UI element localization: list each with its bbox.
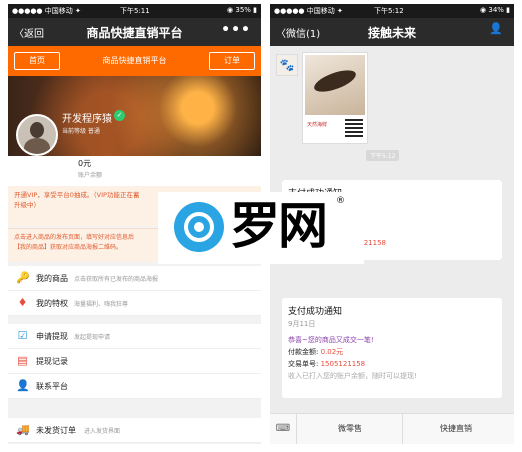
more-icon[interactable]: ••• (221, 22, 251, 38)
balance-panel: 0元 账户余额 (8, 156, 261, 186)
nav-bar: 〈返回 商品快捷直销平台 ••• (8, 18, 261, 46)
payment-notice-card-2[interactable]: 支付成功通知 9月11日 恭喜~您的商品又成交一笔! 付款金额: 0.02元 交… (282, 298, 502, 398)
menu-label: 我的商品 (36, 274, 68, 283)
balance-label: 账户余额 (78, 172, 103, 179)
notice-greeting: 恭喜~您的商品又成交一笔! (288, 336, 374, 344)
battery: ◉ 34% ▮ (480, 6, 510, 14)
amount-row: 付款金额: 0.02元 (288, 347, 496, 357)
product-image (305, 55, 365, 115)
balance-amount: 0元 (78, 159, 92, 168)
registered-mark: ® (336, 196, 345, 206)
orange-header: 首页 商品快捷直销平台 订单 (8, 46, 261, 76)
carrier: ●●●●● 中国移动 ✦ (274, 7, 343, 15)
notice-title: 支付成功通知 (288, 307, 343, 317)
avatar-body (24, 138, 50, 154)
qr-code-icon (345, 119, 363, 137)
menu-item-unshipped[interactable]: 🚚 未发货订单 进入发货界面 (8, 418, 261, 443)
home-button[interactable]: 首页 (14, 52, 60, 70)
keyboard-icon[interactable]: ⌨ (270, 414, 297, 444)
screenshot-stage: ●●●●● 中国移动 ✦ 下午5:11 ◉ 35% ▮ 〈返回 商品快捷直销平台… (0, 0, 522, 452)
nav-bar: 〈微信(1) 接触未来 👤 (270, 18, 514, 46)
menu-group-1: 🔑 我的商品 点击获取所有已发布的商品海报 ♦ 我的特权 海量福利、嗨我狂尊 (8, 266, 261, 316)
menu-label: 提现记录 (36, 357, 68, 366)
trade-label: 交易单号: (288, 360, 319, 368)
menu-group-2: ☑ 申请提现 发起提现申请 ▤ 提现记录 👤 联系平台 (8, 324, 261, 399)
checkbox-icon: ☑ (17, 329, 28, 342)
notice-footer: 收入已打入您的账户余额，随时可以提现! (288, 372, 417, 380)
menu-desc: 发起提现申请 (74, 334, 111, 341)
menu-item-withdraw[interactable]: ☑ 申请提现 发起提现申请 (8, 324, 261, 349)
amount-value: 0.02元 (320, 348, 344, 356)
menu-quick-sale[interactable]: 快捷直销 (406, 423, 506, 434)
amount-label: 付款金额: (288, 348, 319, 356)
menu-group-3: 🚚 未发货订单 进入发货界面 (8, 418, 261, 443)
avatar[interactable] (16, 114, 58, 156)
sea-cucumber-image (311, 65, 359, 97)
menu-item-withdraw-history[interactable]: ▤ 提现记录 (8, 349, 261, 374)
menu-micro-retail[interactable]: 微零售 (300, 423, 400, 434)
poster-caption: 天然海鲜 (307, 122, 328, 128)
person-icon: 👤 (16, 379, 30, 392)
menu-item-my-products[interactable]: 🔑 我的商品 点击获取所有已发布的商品海报 (8, 266, 261, 291)
menu-label: 我的特权 (36, 299, 68, 308)
list-icon: ▤ (17, 354, 28, 367)
profile-icon[interactable]: 👤 (489, 22, 504, 35)
diamond-icon: ♦ (17, 296, 28, 309)
watermark-text: 罗网 (230, 197, 328, 255)
paw-icon[interactable]: 🐾 (276, 54, 298, 76)
menu-desc: 进入发货界面 (84, 428, 121, 435)
product-poster[interactable]: 天然海鲜 (302, 52, 368, 144)
bottom-menu-bar: ⌨ 微零售 快捷直销 (270, 413, 514, 444)
status-bar: ●●●●● 中国移动 ✦ 下午5:12 ◉ 34% ▮ (270, 4, 514, 18)
verified-icon: ✓ (114, 110, 125, 121)
clock: 下午5:11 (120, 7, 150, 15)
time-badge: 下午5:12 (366, 150, 400, 161)
menu-desc: 海量福利、嗨我狂尊 (74, 301, 129, 308)
watermark: 罗网 ® (158, 192, 364, 264)
trade-value: 1505121158 (320, 360, 366, 368)
clock: 下午5:12 (374, 7, 404, 15)
menu-item-my-privilege[interactable]: ♦ 我的特权 海量福利、嗨我狂尊 (8, 291, 261, 316)
carrier: ●●●●● 中国移动 ✦ (12, 7, 81, 15)
truck-icon: 🚚 (16, 423, 30, 436)
platform-title: 商品快捷直销平台 (102, 56, 167, 65)
watermark-logo (174, 202, 224, 252)
order-button[interactable]: 订单 (209, 52, 255, 70)
chat-title: 接触未来 (367, 26, 416, 40)
menu-desc: 点击获取所有已发布的商品海报 (74, 276, 159, 283)
user-level: 当前等级 普通 (62, 128, 100, 135)
status-bar: ●●●●● 中国移动 ✦ 下午5:11 ◉ 35% ▮ (8, 4, 261, 18)
key-icon: 🔑 (16, 271, 30, 284)
logo-dot (194, 222, 204, 232)
avatar-head (30, 122, 44, 138)
menu-label: 联系平台 (36, 382, 68, 391)
trade-row: 交易单号: 1505121158 (288, 359, 496, 369)
notice-date: 9月11日 (288, 320, 316, 328)
menu-label: 未发货订单 (36, 426, 76, 435)
menu-label: 申请提现 (36, 332, 68, 341)
divider (402, 414, 403, 444)
menu-item-contact[interactable]: 👤 联系平台 (8, 374, 261, 399)
battery: ◉ 35% ▮ (227, 6, 257, 14)
username: 开发程序猿 (62, 114, 112, 125)
